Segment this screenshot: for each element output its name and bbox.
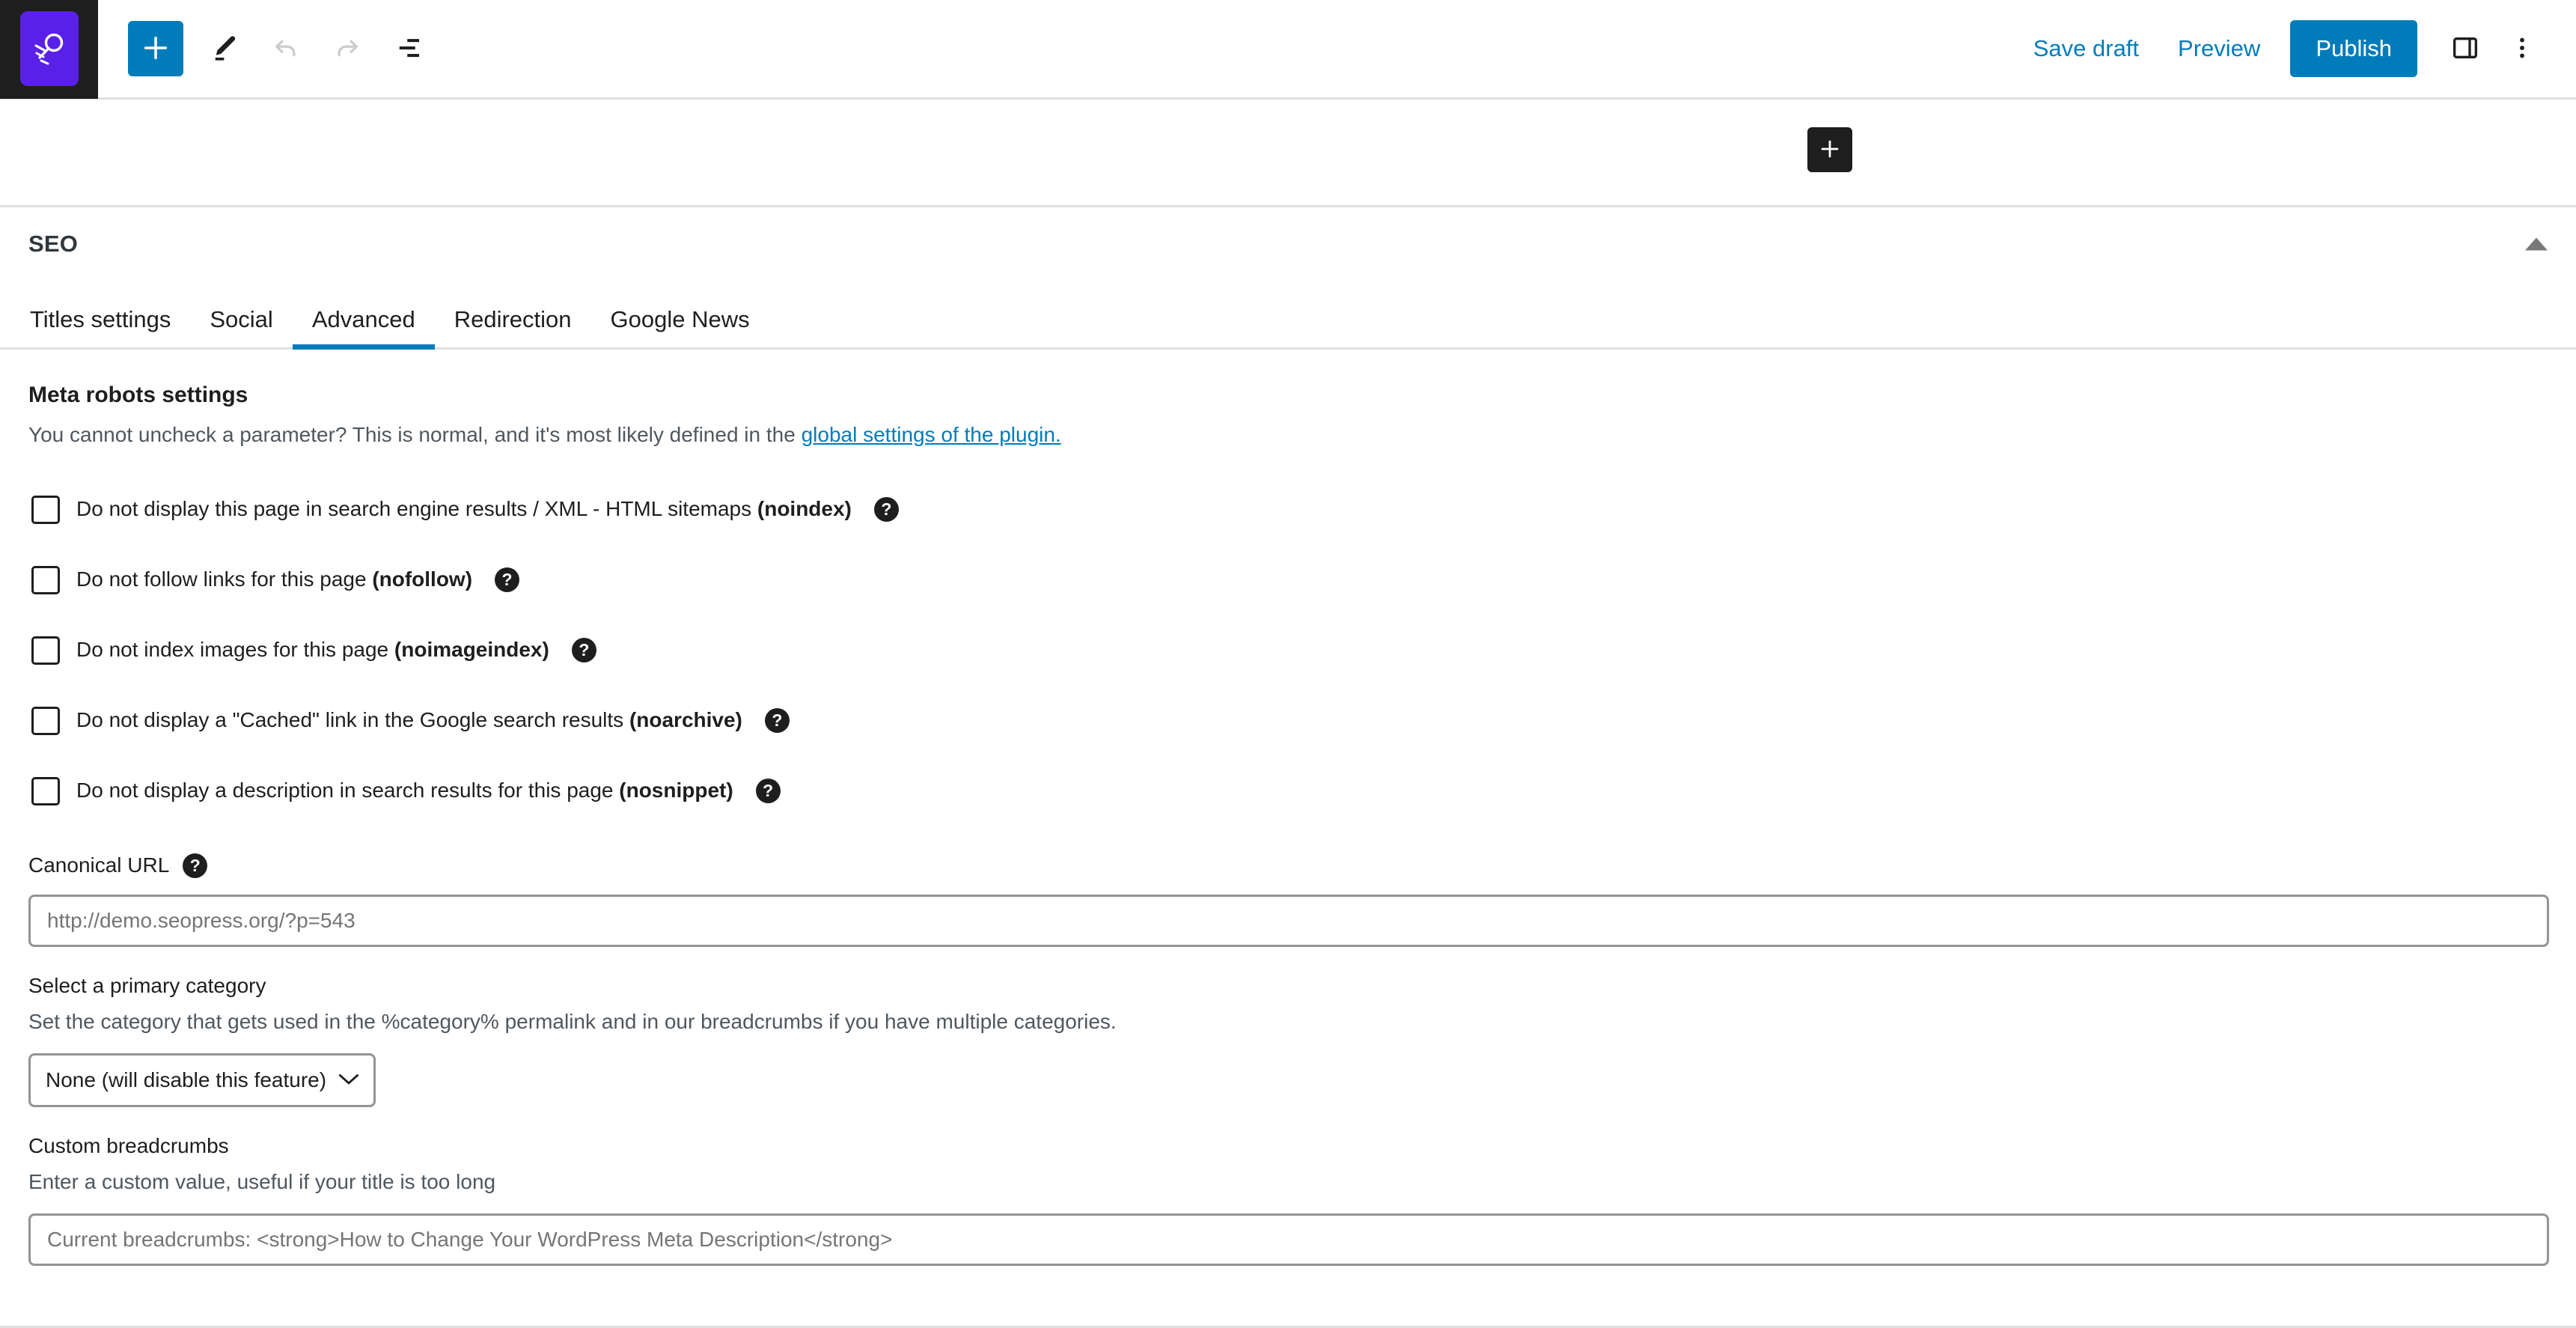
advanced-tab-panel: Meta robots settings You cannot uncheck … <box>0 350 2576 1266</box>
undo-button[interactable] <box>255 18 317 79</box>
meta-robots-description: You cannot uncheck a parameter? This is … <box>28 420 2548 451</box>
checkbox-nofollow-text: Do not follow links for this page <box>76 567 373 591</box>
more-options-button[interactable] <box>2494 20 2551 77</box>
canonical-url-input[interactable] <box>28 894 2549 947</box>
custom-breadcrumbs-help: Enter a custom value, useful if your tit… <box>28 1169 496 1193</box>
add-block-button[interactable] <box>128 21 183 76</box>
canonical-url-label-row: Canonical URL ? <box>28 853 2548 878</box>
seo-panel-header: SEO <box>0 207 2576 281</box>
checkbox-nofollow-token: (nofollow) <box>372 567 473 591</box>
primary-category-select-wrap: None (will disable this feature) <box>28 1053 376 1107</box>
checkbox-noindex-label: Do not display this page in search engin… <box>76 496 852 523</box>
primary-category-field-group: Select a primary category Set the catego… <box>28 974 2548 1107</box>
sidebar-panel-icon <box>2450 33 2480 65</box>
caret-up-icon <box>2525 237 2548 251</box>
checkbox-noimageindex[interactable] <box>31 636 60 665</box>
custom-breadcrumbs-label: Custom breadcrumbs <box>28 1133 229 1157</box>
pencil-icon <box>209 32 240 66</box>
editor-canvas-strip <box>0 100 2576 207</box>
save-draft-button[interactable]: Save draft <box>2014 22 2158 76</box>
checkbox-row-nosnippet: Do not display a description in search r… <box>28 756 2548 826</box>
checkbox-nosnippet-label: Do not display a description in search r… <box>76 777 733 804</box>
help-icon-nofollow[interactable]: ? <box>495 567 520 593</box>
primary-category-select[interactable]: None (will disable this feature) <box>28 1053 376 1107</box>
plus-icon <box>141 33 171 65</box>
seo-tab-list: Titles settings Social Advanced Redirect… <box>0 281 2576 350</box>
seo-metabox-panel: SEO Titles settings Social Advanced Redi… <box>0 207 2576 1266</box>
checkbox-noimageindex-token: (noimageindex) <box>394 638 549 662</box>
checkbox-nosnippet-text: Do not display a description in search r… <box>76 779 620 802</box>
meta-robots-heading: Meta robots settings <box>28 383 248 407</box>
checkbox-noimageindex-label: Do not index images for this page (noima… <box>76 636 549 663</box>
checkbox-noarchive-text: Do not display a "Cached" link in the Go… <box>76 708 629 732</box>
list-view-icon <box>393 32 424 66</box>
site-logo-button[interactable] <box>0 0 98 99</box>
editor-toolbar: Save draft Preview Publish <box>0 0 2576 100</box>
tab-social[interactable]: Social <box>190 308 292 347</box>
checkbox-nofollow-label: Do not follow links for this page (nofol… <box>76 566 472 593</box>
seopress-rocket-logo-icon <box>19 11 79 86</box>
help-icon-nosnippet[interactable]: ? <box>755 779 781 804</box>
redo-arrow-icon <box>332 32 363 66</box>
checkbox-noarchive[interactable] <box>31 706 60 735</box>
undo-arrow-icon <box>270 32 302 66</box>
global-settings-link[interactable]: global settings of the plugin. <box>802 423 1061 446</box>
help-icon-noarchive[interactable]: ? <box>764 708 790 734</box>
meta-robots-description-text: You cannot uncheck a parameter? This is … <box>28 423 802 446</box>
preview-button[interactable]: Preview <box>2158 22 2280 76</box>
settings-sidebar-toggle-button[interactable] <box>2437 20 2494 77</box>
publish-button[interactable]: Publish <box>2290 20 2417 77</box>
checkbox-noindex-text: Do not display this page in search engin… <box>76 497 757 521</box>
primary-category-label: Select a primary category <box>28 973 266 997</box>
help-icon-noimageindex[interactable]: ? <box>571 638 596 663</box>
primary-category-help: Set the category that gets used in the %… <box>28 1009 1117 1033</box>
tab-redirection[interactable]: Redirection <box>435 308 591 347</box>
help-icon-canonical-url[interactable]: ? <box>183 853 208 878</box>
canonical-url-label: Canonical URL <box>28 853 170 877</box>
checkbox-row-noarchive: Do not display a "Cached" link in the Go… <box>28 686 2548 756</box>
plus-icon <box>1818 137 1842 163</box>
checkbox-noindex-token: (noindex) <box>757 497 852 521</box>
checkbox-noarchive-label: Do not display a "Cached" link in the Go… <box>76 707 742 734</box>
three-dots-vertical-icon <box>2508 34 2536 64</box>
redo-button[interactable] <box>317 18 378 79</box>
edit-tool-button[interactable] <box>194 18 255 79</box>
tab-google-news[interactable]: Google News <box>591 308 769 347</box>
custom-breadcrumbs-input[interactable] <box>28 1213 2549 1266</box>
floating-block-inserter-button[interactable] <box>1807 127 1852 172</box>
primary-category-label-row: Select a primary category <box>28 974 2548 998</box>
toolbar-right-group: Save draft Preview Publish <box>2014 20 2576 77</box>
document-overview-button[interactable] <box>378 18 439 79</box>
editor-screen: Save draft Preview Publish SEO Titles se… <box>0 0 2576 1328</box>
help-icon-noindex[interactable]: ? <box>873 497 899 523</box>
checkbox-noimageindex-text: Do not index images for this page <box>76 638 394 662</box>
checkbox-row-noimageindex: Do not index images for this page (noima… <box>28 615 2548 686</box>
checkbox-nofollow[interactable] <box>31 565 60 594</box>
toolbar-left-group <box>98 18 439 79</box>
custom-breadcrumbs-label-row: Custom breadcrumbs <box>28 1134 2548 1158</box>
seo-panel-collapse-toggle[interactable] <box>2518 231 2555 258</box>
checkbox-noarchive-token: (noarchive) <box>629 708 742 732</box>
canonical-url-field-group: Canonical URL ? <box>28 853 2549 947</box>
custom-breadcrumbs-field-group: Custom breadcrumbs Enter a custom value,… <box>28 1134 2549 1266</box>
checkbox-nosnippet-token: (nosnippet) <box>619 779 733 802</box>
tab-titles-settings[interactable]: Titles settings <box>10 308 190 347</box>
tab-advanced[interactable]: Advanced <box>292 308 435 350</box>
checkbox-nosnippet[interactable] <box>31 776 60 805</box>
checkbox-row-noindex: Do not display this page in search engin… <box>28 475 2548 545</box>
checkbox-row-nofollow: Do not follow links for this page (nofol… <box>28 545 2548 615</box>
checkbox-noindex[interactable] <box>31 495 60 524</box>
page-title: SEO <box>28 231 79 257</box>
